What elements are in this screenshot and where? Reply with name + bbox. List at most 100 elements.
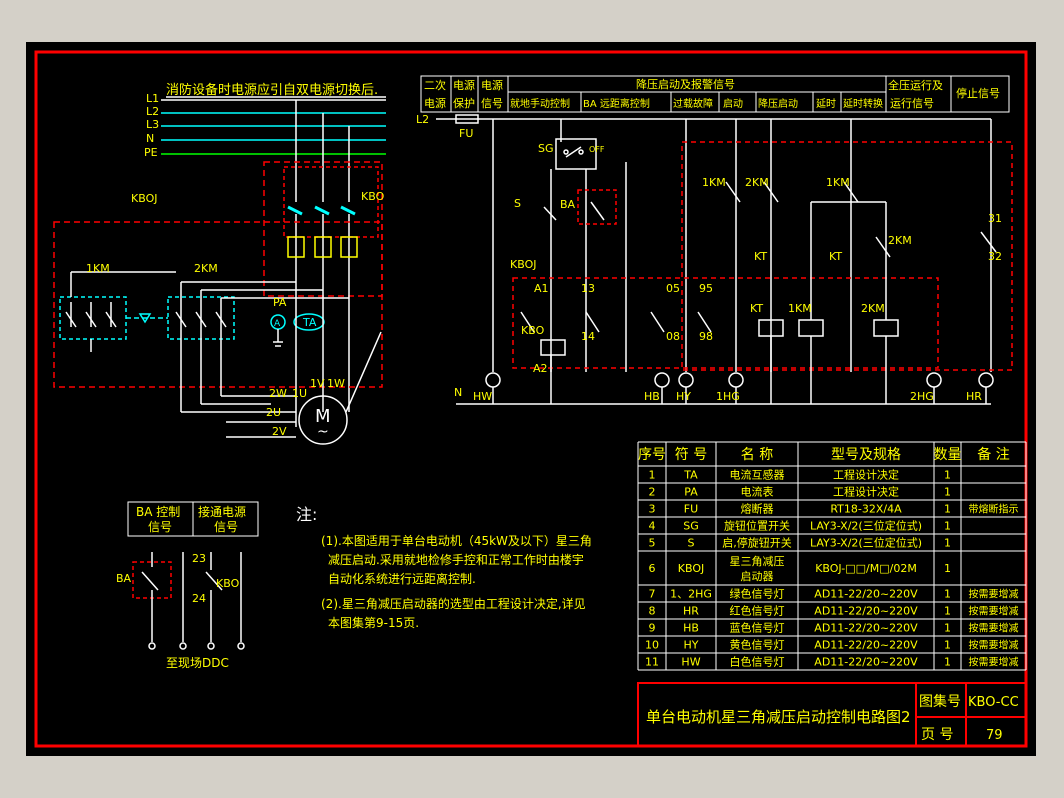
ctrl-h-1a: 二次 — [424, 78, 446, 92]
ba-col2-a: 接通电源 — [198, 504, 246, 519]
note-line-2: 减压启动.采用就地检修手控和正常工作时由楼宇 — [328, 552, 584, 567]
kboj-power-label: KBOJ — [131, 192, 157, 205]
ctrl-ba: BA — [560, 198, 576, 211]
table-cell: 绿色信号灯 — [730, 587, 785, 601]
drawing-canvas: 消防设备时电源应引自双电源切换后. A L1 L2 L3 N PE KBOJ K… — [26, 42, 1036, 756]
term-24: 24 — [192, 592, 206, 605]
table-cell: S — [688, 537, 695, 550]
table-cell: 1 — [944, 622, 951, 635]
lamp-hb: HB — [644, 390, 660, 403]
table-cell: AD11-22/20~220V — [814, 605, 918, 618]
ctrl-n: N — [454, 386, 462, 399]
term-a1: A1 — [534, 282, 549, 295]
term-98: 98 — [699, 330, 713, 343]
motor-sub: ~ — [317, 424, 329, 440]
ctrl-sg: SG — [538, 142, 554, 155]
contact-kt-a: KT — [754, 250, 767, 263]
table-cell: 1 — [944, 469, 951, 482]
table-cell: 工程设计决定 — [833, 485, 899, 499]
contact-1km-b: 1KM — [826, 176, 850, 189]
note-line-5: 本图集第9-15页. — [328, 615, 419, 630]
table-cell: 1 — [944, 639, 951, 652]
term-05: 05 — [666, 282, 680, 295]
ba-footer: 至现场DDC — [166, 656, 229, 670]
terminal-1u: 1U — [292, 387, 307, 400]
table-cell: 1 — [944, 537, 951, 550]
table-cell: 启,停旋钮开关 — [722, 536, 792, 550]
terminal-2u: 2U — [266, 406, 281, 419]
ctrl-h-2a: 电源 — [453, 78, 475, 92]
atlas-label: 图集号 — [919, 693, 961, 710]
ba-signal-circuit — [132, 552, 245, 650]
lamp-hy: HY — [676, 390, 691, 403]
ctrl-kbo: KBO — [521, 324, 545, 337]
bus-label-n: N — [146, 132, 154, 145]
table-cell: 6 — [649, 562, 656, 575]
table-cell: 工程设计决定 — [833, 468, 899, 482]
ctrl-fu: FU — [459, 127, 473, 140]
drawing-title: 单台电动机星三角减压启动控制电路图2 — [646, 708, 911, 726]
table-cell: AD11-22/20~220V — [814, 639, 918, 652]
terminal-1w: 1W — [327, 377, 345, 390]
ctrl-h-delayconv: 延时转换 — [843, 97, 883, 110]
note-line-3: 自动化系统进行远距离控制. — [328, 571, 476, 586]
table-cell: 按需要增减 — [969, 639, 1019, 652]
lamp-hw: HW — [473, 390, 492, 403]
ctrl-h-2b: 保护 — [453, 96, 475, 110]
note-line-1: (1).本图适用于单台电动机（45kW及以下）星三角 — [321, 533, 592, 548]
table-cell: HW — [681, 656, 700, 669]
table-cell: 1、2HG — [670, 588, 712, 601]
table-cell: 1 — [944, 486, 951, 499]
page-value: 79 — [986, 728, 1003, 743]
table-cell: 4 — [649, 520, 656, 533]
km1-power-label: 1KM — [86, 262, 110, 275]
term-14: 14 — [581, 330, 595, 343]
ctrl-h-run-a: 全压运行及 — [888, 78, 943, 92]
notes-title: 注: — [296, 505, 317, 524]
table-cell: LAY3-X/2(三位定位式) — [810, 536, 922, 550]
terminal-1v: 1V — [310, 377, 325, 390]
table-cell: 5 — [649, 537, 656, 550]
table-cell: 7 — [649, 588, 656, 601]
term-13: 13 — [581, 282, 595, 295]
table-cell: 按需要增减 — [969, 588, 1019, 601]
coil-2km: 2KM — [861, 302, 885, 315]
table-cell: HY — [684, 639, 699, 652]
contact-2km-a: 2KM — [745, 176, 769, 189]
ctrl-h-3b: 信号 — [481, 97, 503, 110]
lamp-2hg: 2HG — [910, 390, 934, 403]
table-cell: 11 — [645, 656, 659, 669]
ctrl-h-stop: 停止信号 — [956, 86, 1000, 100]
term-31: 31 — [988, 212, 1002, 225]
table-cell: 1 — [944, 503, 951, 516]
power-header: 消防设备时电源应引自双电源切换后. — [166, 82, 378, 98]
table-cell: 按需要增减 — [969, 622, 1019, 635]
ctrl-s: S — [514, 197, 521, 210]
table-cell: 电流表 — [741, 485, 774, 499]
term-a2: A2 — [533, 362, 548, 375]
lamp-hr: HR — [966, 390, 982, 403]
table-cell: 带熔断指示 — [969, 503, 1019, 516]
ctrl-off: OFF — [589, 145, 605, 154]
table-cell: 黄色信号灯 — [730, 638, 785, 652]
table-cell: 旋钮位置开关 — [724, 519, 790, 533]
kbo-power-label: KBO — [361, 190, 385, 203]
ctrl-h-remote: BA 远距离控制 — [583, 97, 650, 110]
page-label: 页 号 — [921, 727, 953, 743]
table-header-5: 备 注 — [977, 446, 1009, 463]
table-cell: RT18-32X/4A — [830, 503, 902, 516]
ctrl-kboj: KBOJ — [510, 258, 536, 271]
ammeter-label: A — [274, 319, 281, 329]
table-cell: TA — [683, 469, 698, 482]
contact-kt-b: KT — [829, 250, 842, 263]
ba-col1-a: BA 控制 — [136, 505, 180, 519]
table-cell: 按需要增减 — [969, 605, 1019, 618]
ctrl-h-reduced: 降压启动 — [758, 97, 798, 110]
table-cell: 9 — [649, 622, 656, 635]
table-cell: FU — [684, 503, 698, 516]
table-cell: 1 — [944, 605, 951, 618]
coil-kt: KT — [750, 302, 763, 315]
table-cell: 2 — [649, 486, 656, 499]
term-95: 95 — [699, 282, 713, 295]
table-cell: 1 — [944, 562, 951, 575]
